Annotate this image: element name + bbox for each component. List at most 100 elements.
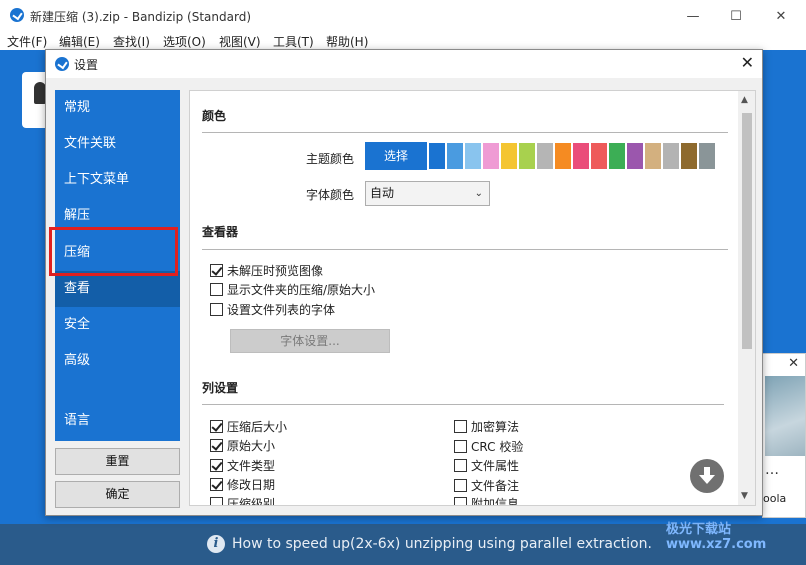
color-swatch[interactable] — [573, 143, 589, 169]
color-swatch[interactable] — [483, 143, 499, 169]
checkbox[interactable] — [210, 302, 223, 316]
checkbox[interactable] — [210, 438, 223, 452]
minimize-button[interactable]: — — [673, 0, 713, 32]
ad-close-icon[interactable]: ✕ — [788, 356, 799, 371]
ad-text: oola — [763, 492, 787, 505]
menu-find[interactable]: 查找(I) — [113, 33, 150, 50]
color-swatch[interactable] — [447, 143, 463, 169]
checkbox[interactable] — [210, 263, 223, 277]
column-encryption[interactable]: 加密算法 — [454, 417, 519, 435]
nav-language[interactable]: 语言 — [55, 403, 180, 439]
column-compression-level[interactable]: 压缩级别 — [210, 494, 276, 506]
checkbox-label: 压缩级别 — [227, 496, 276, 506]
color-swatch[interactable] — [627, 143, 643, 169]
checkbox-label: 文件类型 — [227, 458, 276, 473]
section-viewer-title: 查看器 — [202, 225, 239, 239]
menu-edit[interactable]: 编辑(E) — [59, 33, 100, 50]
info-icon: i — [207, 535, 225, 553]
checkbox[interactable] — [454, 458, 467, 472]
scroll-thumb[interactable] — [742, 113, 752, 349]
section-divider — [202, 404, 724, 405]
checkbox[interactable] — [210, 282, 223, 296]
column-crc[interactable]: CRC 校验 — [454, 437, 523, 455]
section-divider — [202, 249, 728, 250]
viewer-option-preview-images[interactable]: 未解压时预览图像 — [210, 261, 323, 279]
checkbox[interactable] — [454, 439, 467, 453]
color-swatch[interactable] — [501, 143, 517, 169]
color-swatch[interactable] — [663, 143, 679, 169]
menu-help[interactable]: 帮助(H) — [326, 33, 368, 50]
nav-general[interactable]: 常规 — [55, 90, 180, 126]
settings-dialog: 设置 ✕ 常规 文件关联 上下文菜单 解压 压缩 查看 安全 高级 语言 重置 … — [45, 49, 763, 516]
color-swatch[interactable] — [645, 143, 661, 169]
column-modified-date[interactable]: 修改日期 — [210, 475, 275, 493]
checkbox-label: 修改日期 — [227, 477, 276, 492]
color-swatch[interactable] — [537, 143, 553, 169]
column-attributes[interactable]: 文件属性 — [454, 456, 519, 474]
column-original-size[interactable]: 原始大小 — [210, 436, 275, 454]
checkbox-label: 文件备注 — [471, 478, 520, 493]
color-swatch[interactable] — [699, 143, 715, 169]
maximize-button[interactable]: ☐ — [716, 0, 756, 32]
section-columns-title: 列设置 — [202, 381, 239, 395]
color-swatch[interactable] — [465, 143, 481, 169]
menu-file[interactable]: 文件(F) — [7, 33, 47, 50]
settings-nav: 常规 文件关联 上下文菜单 解压 压缩 查看 安全 高级 语言 — [49, 90, 180, 441]
bandizip-dialog-icon — [55, 57, 69, 71]
checkbox-label: 压缩后大小 — [227, 419, 288, 434]
ad-dots: … — [765, 462, 779, 478]
dialog-close-icon[interactable]: ✕ — [741, 53, 754, 72]
column-extra-info[interactable]: 附加信息 — [454, 494, 519, 505]
nav-security[interactable]: 安全 — [55, 307, 180, 343]
checkbox[interactable] — [210, 477, 223, 491]
menu-view[interactable]: 视图(V) — [219, 33, 261, 50]
checkbox[interactable] — [210, 496, 223, 505]
theme-color-label: 主题颜色 — [306, 152, 355, 166]
checkbox-label: 文件属性 — [471, 458, 520, 473]
status-tip-link[interactable]: How to speed up(2x-6x) unzipping using p… — [232, 536, 652, 552]
reset-button[interactable]: 重置 — [55, 448, 180, 475]
scroll-up-icon[interactable]: ▲ — [741, 95, 748, 105]
checkbox[interactable] — [210, 458, 223, 472]
checkbox[interactable] — [210, 419, 223, 433]
scroll-down-icon[interactable]: ▼ — [741, 491, 748, 501]
settings-content: 颜色 主题颜色 选择 字体颜色 自动 ⌄ 查看器 未解压时预览图像 显示文件夹的… — [189, 90, 756, 506]
close-button[interactable]: ✕ — [761, 0, 801, 32]
ad-panel[interactable]: ✕ … oola — [762, 353, 806, 518]
checkbox-label: 显示文件夹的压缩/原始大小 — [227, 282, 376, 297]
column-compressed-size[interactable]: 压缩后大小 — [210, 417, 287, 435]
ad-image[interactable] — [765, 376, 805, 456]
content-scrollbar[interactable]: ▲ ▼ — [738, 91, 755, 505]
column-file-type[interactable]: 文件类型 — [210, 456, 275, 474]
nav-context-menu[interactable]: 上下文菜单 — [55, 162, 180, 198]
viewer-option-folder-size[interactable]: 显示文件夹的压缩/原始大小 — [210, 280, 375, 298]
viewer-option-list-font[interactable]: 设置文件列表的字体 — [210, 300, 335, 318]
app-titlebar: 新建压缩 (3).zip - Bandizip (Standard) — ☐ ✕ — [0, 0, 806, 32]
bandizip-app-icon — [10, 8, 24, 22]
color-swatch[interactable] — [555, 143, 571, 169]
nav-file-association[interactable]: 文件关联 — [55, 126, 180, 162]
nav-view[interactable]: 查看 — [55, 271, 180, 307]
nav-compress[interactable]: 压缩 — [55, 235, 180, 271]
nav-advanced[interactable]: 高级 — [55, 343, 180, 379]
choose-color-button[interactable]: 选择 — [365, 142, 427, 170]
ok-button[interactable]: 确定 — [55, 481, 180, 508]
window-title: 新建压缩 (3).zip - Bandizip (Standard) — [30, 10, 251, 24]
color-swatch[interactable] — [429, 143, 445, 169]
color-swatch[interactable] — [519, 143, 535, 169]
column-comment[interactable]: 文件备注 — [454, 476, 519, 494]
font-settings-button[interactable]: 字体设置... — [230, 329, 390, 353]
checkbox[interactable] — [454, 496, 467, 505]
menu-options[interactable]: 选项(O) — [163, 33, 206, 50]
color-swatch[interactable] — [681, 143, 697, 169]
section-color-title: 颜色 — [202, 109, 227, 123]
color-swatch[interactable] — [591, 143, 607, 169]
font-color-select[interactable]: 自动 ⌄ — [365, 181, 490, 206]
checkbox[interactable] — [454, 478, 467, 492]
checkbox-label: 设置文件列表的字体 — [227, 302, 336, 317]
nav-extract[interactable]: 解压 — [55, 198, 180, 234]
color-swatch[interactable] — [609, 143, 625, 169]
checkbox[interactable] — [454, 419, 467, 433]
scroll-down-arrow-icon[interactable] — [690, 459, 724, 493]
menu-tools[interactable]: 工具(T) — [273, 33, 314, 50]
